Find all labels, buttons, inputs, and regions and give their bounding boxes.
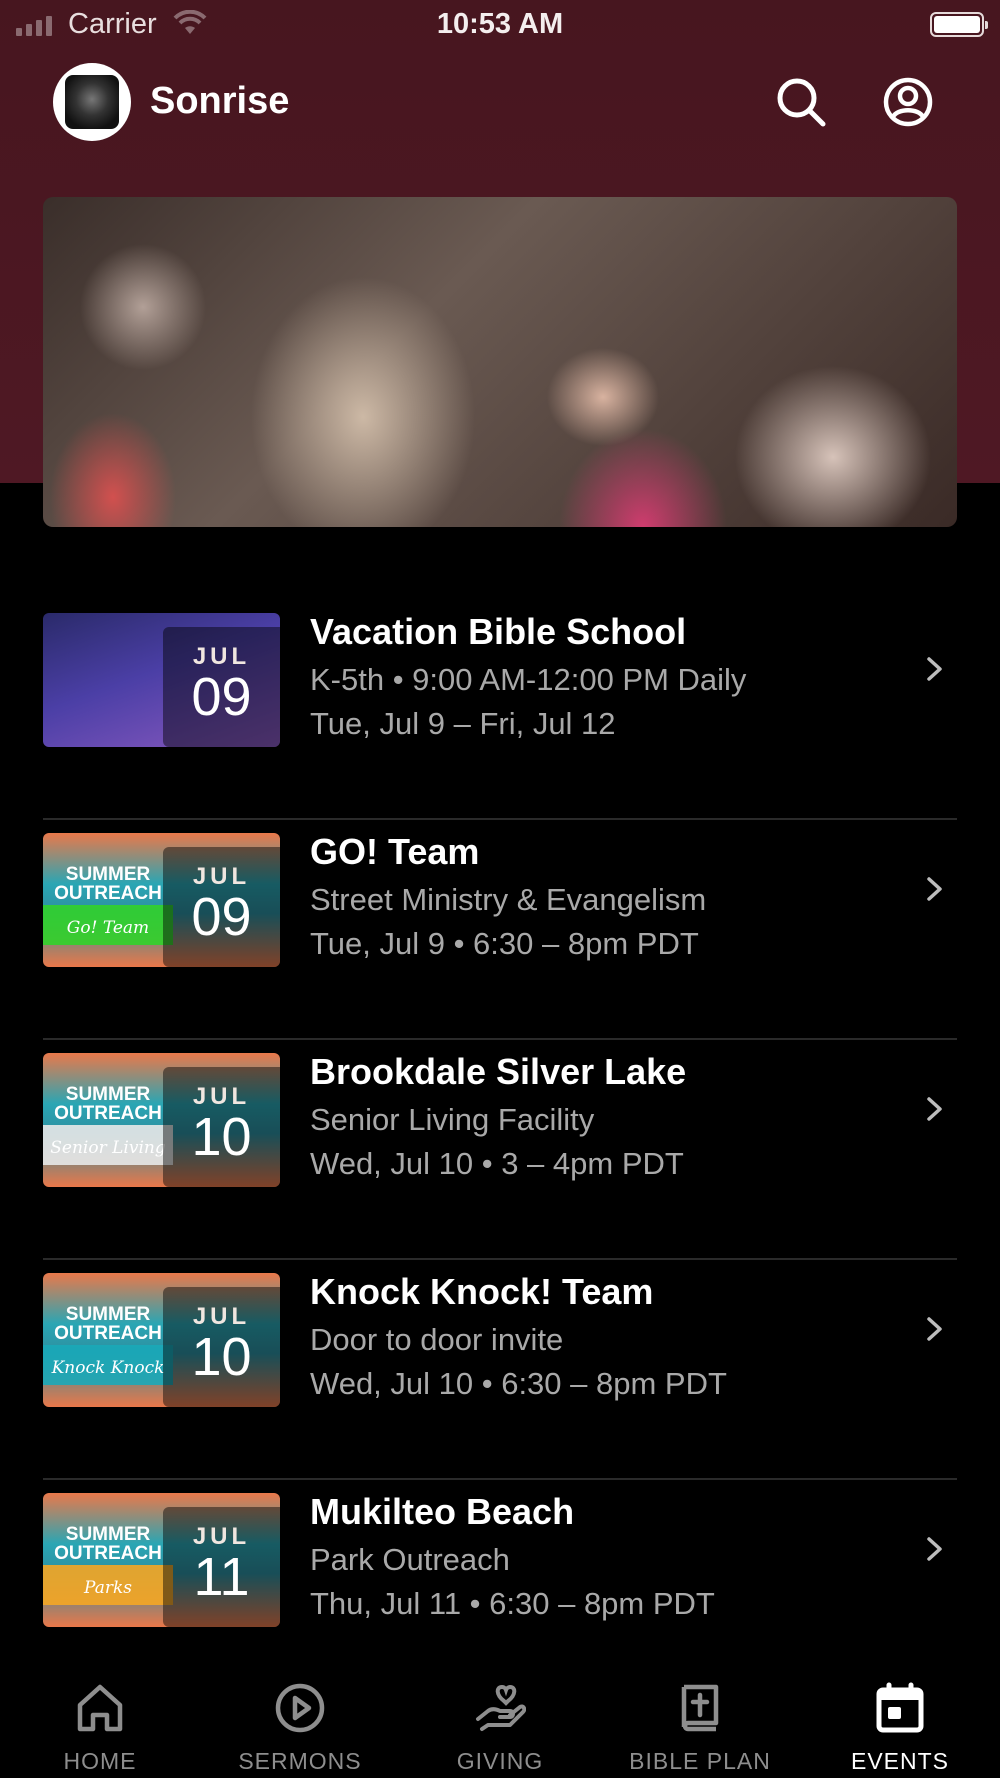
tab-label: BIBLE PLAN xyxy=(629,1748,771,1774)
event-thumbnail: SUMMER OUTREACH Knock Knock JUL 10 xyxy=(43,1273,280,1407)
events-list: JUL 09 Vacation Bible School K-5th • 9:0… xyxy=(43,600,957,1700)
tab-sermons[interactable]: SERMONS xyxy=(200,1645,400,1778)
status-time: 10:53 AM xyxy=(436,8,564,40)
account-icon[interactable] xyxy=(880,74,936,130)
calendar-icon xyxy=(874,1681,926,1735)
event-row[interactable]: SUMMER OUTREACH Knock Knock JUL 10 Knock… xyxy=(43,1260,957,1480)
date-badge: JUL 10 xyxy=(163,1067,280,1187)
tab-bar: HOME SERMONS GIVING BIBLE PLAN EVENTS xyxy=(0,1645,1000,1778)
home-icon xyxy=(74,1681,126,1735)
tab-events[interactable]: EVENTS xyxy=(800,1645,1000,1778)
church-logo[interactable] xyxy=(53,63,131,141)
thumbnail-script: Knock Knock xyxy=(51,1358,165,1378)
tab-bible-plan[interactable]: BIBLE PLAN xyxy=(600,1645,800,1778)
event-title: Mukilteo Beach xyxy=(310,1491,575,1532)
event-row[interactable]: SUMMER OUTREACH Senior Living JUL 10 Bro… xyxy=(43,1040,957,1260)
thumbnail-script: Parks xyxy=(84,1578,132,1598)
thumbnail-title: SUMMER OUTREACH xyxy=(54,1084,162,1124)
chevron-right-icon xyxy=(927,1097,942,1121)
date-badge: JUL 10 xyxy=(163,1287,280,1407)
thumbnail-title: SUMMER OUTREACH xyxy=(54,1524,162,1564)
hero-banner-image[interactable] xyxy=(43,197,957,527)
chevron-right-icon xyxy=(927,877,942,901)
event-title: Vacation Bible School xyxy=(310,611,687,652)
date-day: 10 xyxy=(191,1107,252,1167)
event-subtitle: Door to door invite xyxy=(310,1322,564,1357)
brand-name: Sonrise xyxy=(150,80,290,122)
status-bar: Carrier 10:53 AM xyxy=(0,0,1000,50)
date-day: 09 xyxy=(191,667,252,727)
chevron-right-icon xyxy=(927,1537,942,1561)
event-subtitle: Park Outreach xyxy=(310,1542,510,1577)
event-title: Knock Knock! Team xyxy=(310,1271,654,1312)
thumbnail-script: Go! Team xyxy=(66,918,150,938)
chevron-right-icon xyxy=(927,657,942,681)
giving-hand-heart-icon xyxy=(474,1681,527,1735)
thumbnail-title: SUMMER OUTREACH xyxy=(54,1304,162,1344)
thumbnail-title: SUMMER OUTREACH xyxy=(54,864,162,904)
play-circle-icon xyxy=(274,1681,326,1735)
event-datetime: Tue, Jul 9 • 6:30 – 8pm PDT xyxy=(310,926,699,961)
event-datetime: Wed, Jul 10 • 3 – 4pm PDT xyxy=(310,1146,684,1181)
event-datetime: Tue, Jul 9 – Fri, Jul 12 xyxy=(310,706,616,741)
battery-icon xyxy=(930,12,988,37)
event-title: GO! Team xyxy=(310,831,480,872)
date-day: 10 xyxy=(191,1327,252,1387)
search-icon[interactable] xyxy=(773,74,829,130)
tab-label: GIVING xyxy=(456,1748,544,1774)
event-thumbnail: SUMMER OUTREACH Go! Team JUL 09 xyxy=(43,833,280,967)
event-datetime: Wed, Jul 10 • 6:30 – 8pm PDT xyxy=(310,1366,727,1401)
app-header: Sonrise xyxy=(0,60,1000,144)
tab-label: EVENTS xyxy=(850,1748,950,1774)
tab-home[interactable]: HOME xyxy=(0,1645,200,1778)
tab-label: HOME xyxy=(63,1748,137,1774)
thumbnail-script: Senior Living xyxy=(50,1138,166,1158)
date-badge: JUL 11 xyxy=(163,1507,280,1627)
event-subtitle: K-5th • 9:00 AM-12:00 PM Daily xyxy=(310,662,747,697)
date-day: 11 xyxy=(193,1547,250,1607)
event-subtitle: Senior Living Facility xyxy=(310,1102,595,1137)
tab-label: SERMONS xyxy=(238,1748,362,1774)
event-subtitle: Street Ministry & Evangelism xyxy=(310,882,707,917)
event-title: Brookdale Silver Lake xyxy=(310,1051,687,1092)
bible-icon xyxy=(674,1681,726,1735)
date-badge: JUL 09 xyxy=(163,847,280,967)
event-datetime: Thu, Jul 11 • 6:30 – 8pm PDT xyxy=(310,1586,715,1621)
event-row[interactable]: SUMMER OUTREACH Go! Team JUL 09 GO! Team… xyxy=(43,820,957,1040)
event-row[interactable]: JUL 09 Vacation Bible School K-5th • 9:0… xyxy=(43,600,957,820)
event-thumbnail: JUL 09 xyxy=(43,613,280,747)
chevron-right-icon xyxy=(927,1317,942,1341)
date-day: 09 xyxy=(191,887,252,947)
tab-giving[interactable]: GIVING xyxy=(400,1645,600,1778)
event-thumbnail: SUMMER OUTREACH Senior Living JUL 10 xyxy=(43,1053,280,1187)
date-badge: JUL 09 xyxy=(163,627,280,747)
event-thumbnail: SUMMER OUTREACH Parks JUL 11 xyxy=(43,1493,280,1627)
